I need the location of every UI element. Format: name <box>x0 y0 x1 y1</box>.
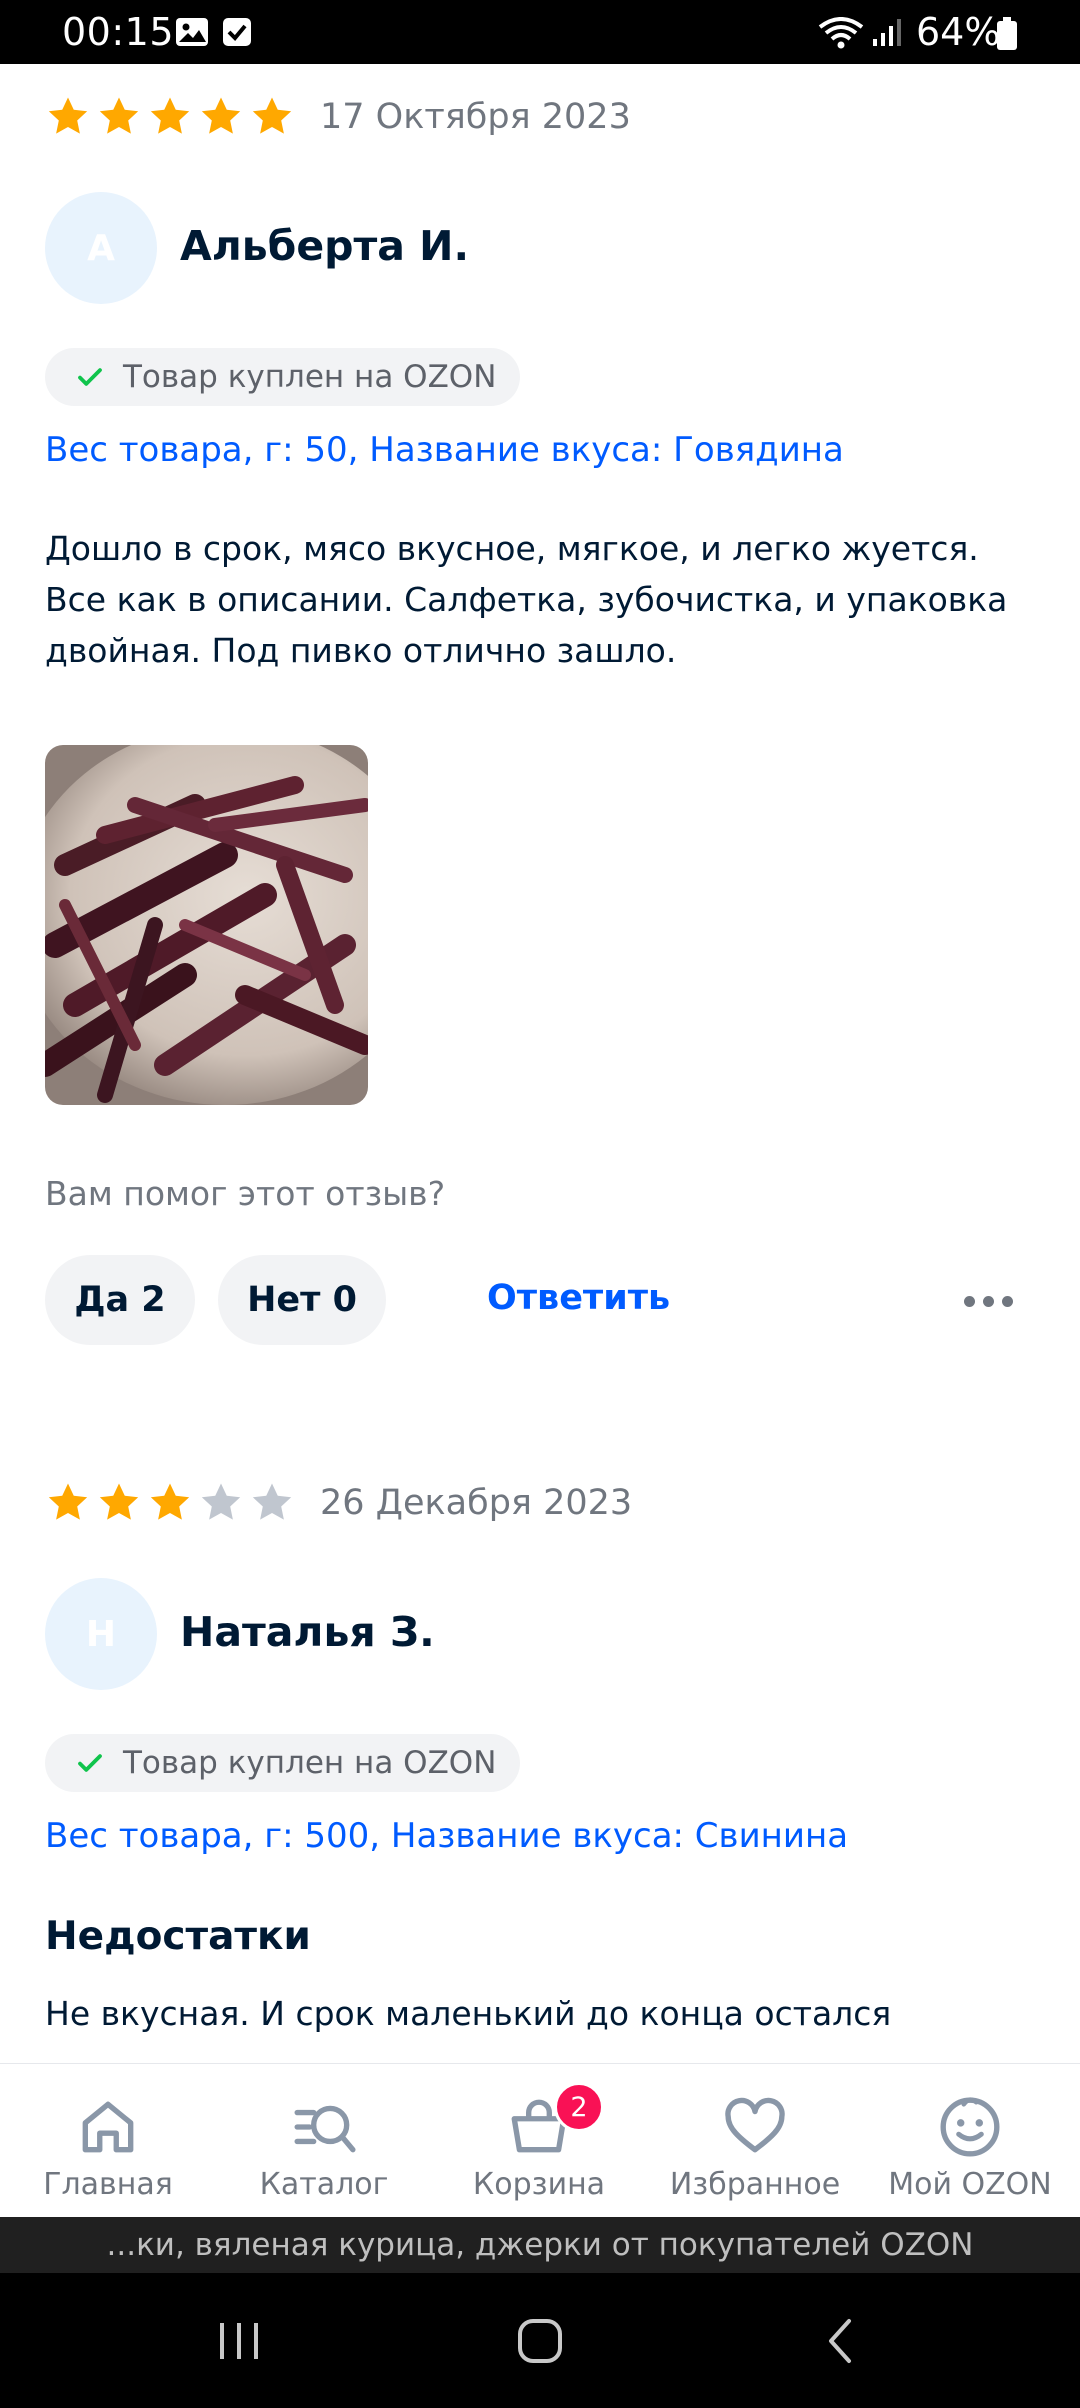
rating-stars <box>45 94 295 140</box>
star-filled-icon <box>48 1483 88 1520</box>
system-navigation-bar <box>0 2273 1080 2408</box>
product-variant-link[interactable]: Вес товара, г: 50, Название вкуса: Говяд… <box>45 430 844 470</box>
check-icon <box>78 368 102 386</box>
nav-item-profile[interactable]: Мой OZON <box>870 2064 1070 2218</box>
jerky-photo-image <box>45 745 368 1105</box>
star-filled-icon <box>252 97 292 134</box>
avatar: А <box>45 192 157 304</box>
nav-item-favorites[interactable]: Избранное <box>655 2064 855 2218</box>
nav-label: Главная <box>43 2167 173 2202</box>
review-author[interactable]: Альберта И. <box>180 222 469 270</box>
catalog-search-icon <box>291 2094 357 2160</box>
recent-apps-icon[interactable] <box>214 2311 264 2375</box>
review-text-line: двойная. Под пивко отлично зашло. <box>45 631 677 670</box>
star-filled-icon <box>201 97 241 134</box>
nav-label: Корзина <box>472 2167 606 2202</box>
status-time: 00:15 <box>62 10 175 54</box>
section-title-cons: Недостатки <box>45 1914 311 1959</box>
page-title-strip: ...ки, вяленая курица, джерки от покупат… <box>0 2217 1080 2273</box>
star-filled-icon <box>99 1483 139 1520</box>
review-text: Дошло в срок, мясо вкусное, мягкое, и ле… <box>45 523 1045 676</box>
nav-item-cart[interactable]: 2 Корзина <box>449 2064 629 2218</box>
nav-label: Избранное <box>669 2167 841 2202</box>
review-date: 17 Октября 2023 <box>320 97 631 137</box>
check-icon <box>78 1754 102 1772</box>
star-filled-icon <box>48 97 88 134</box>
review-text-line: Все как в описании. Салфетка, зубочистка… <box>45 580 1008 619</box>
avatar: Н <box>45 1578 157 1690</box>
star-empty-icon <box>201 1483 241 1520</box>
battery-icon <box>996 17 1018 55</box>
cart-count-badge: 2 <box>554 2082 604 2132</box>
helpful-no-button[interactable]: Нет 0 <box>218 1255 386 1345</box>
rating-stars <box>45 1480 295 1526</box>
bottom-navigation: Главная Каталог 2 Корзина Избранное Мой … <box>0 2063 1080 2217</box>
nav-label: Каталог <box>259 2167 389 2202</box>
star-empty-icon <box>252 1483 292 1520</box>
reply-button[interactable]: Ответить <box>487 1278 670 1318</box>
review-author[interactable]: Наталья З. <box>180 1608 435 1656</box>
purchased-badge: Товар куплен на OZON <box>45 1734 521 1792</box>
nav-item-catalog[interactable]: Каталог <box>234 2064 414 2218</box>
more-options-icon[interactable] <box>964 1296 1013 1307</box>
review-date: 26 Декабря 2023 <box>320 1483 633 1523</box>
signal-icon <box>872 17 902 51</box>
reviews-list[interactable]: 17 Октября 2023 А Альберта И. Товар купл… <box>0 64 1080 2063</box>
heart-icon <box>722 2094 788 2160</box>
status-bar: 00:15 64% <box>0 0 1080 64</box>
checkbox-icon <box>222 17 252 51</box>
review-text: Не вкусная. И срок маленький до конца ос… <box>45 1994 892 2033</box>
back-icon[interactable] <box>815 2311 865 2375</box>
star-filled-icon <box>99 97 139 134</box>
gallery-icon <box>175 17 209 51</box>
helpful-question: Вам помог этот отзыв? <box>45 1174 446 1213</box>
purchased-label: Товар куплен на OZON <box>123 1745 497 1781</box>
battery-percent: 64% <box>916 10 1001 54</box>
nav-item-home[interactable]: Главная <box>18 2064 198 2218</box>
review-photo-thumbnail[interactable] <box>45 745 368 1105</box>
nav-label: Мой OZON <box>888 2167 1052 2202</box>
star-filled-icon <box>150 97 190 134</box>
star-filled-icon <box>150 1483 190 1520</box>
purchased-badge: Товар куплен на OZON <box>45 348 521 406</box>
smiley-profile-icon <box>937 2094 1003 2160</box>
wifi-icon <box>818 17 864 53</box>
review-text-line: Дошло в срок, мясо вкусное, мягкое, и ле… <box>45 529 979 568</box>
home-circle-icon[interactable] <box>510 2311 570 2375</box>
product-variant-link[interactable]: Вес товара, г: 500, Название вкуса: Свин… <box>45 1816 848 1856</box>
basket-icon: 2 <box>506 2082 604 2160</box>
home-icon <box>75 2094 141 2160</box>
helpful-yes-button[interactable]: Да 2 <box>45 1255 195 1345</box>
purchased-label: Товар куплен на OZON <box>123 359 497 395</box>
